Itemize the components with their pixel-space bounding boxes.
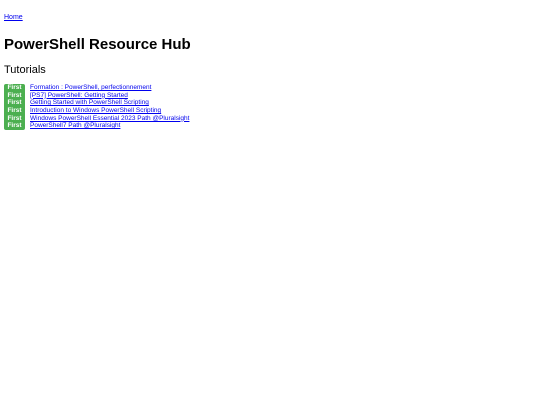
tutorial-item: First Windows PowerShell Essential 2023 … xyxy=(4,114,536,123)
first-badge: First xyxy=(4,84,25,92)
tutorial-link[interactable]: Formation : PowerShell, perfectionnement xyxy=(30,84,151,92)
page-title: PowerShell Resource Hub xyxy=(4,36,191,53)
tutorial-item: First PowerShell7 Path @Pluralsight xyxy=(4,122,536,131)
page: Home PowerShell Resource Hub Tutorials F… xyxy=(0,0,540,405)
tutorial-item: First Formation : PowerShell, perfection… xyxy=(4,84,536,92)
first-badge: First xyxy=(4,107,25,115)
tutorial-item: First [PS7] PowerShell: Getting Started xyxy=(4,91,536,100)
tutorial-list: First Formation : PowerShell, perfection… xyxy=(4,84,536,131)
tutorials-heading: Tutorials xyxy=(4,64,46,76)
tutorial-link[interactable]: PowerShell7 Path @Pluralsight xyxy=(30,122,120,130)
tutorial-item: First Getting Started with PowerShell Sc… xyxy=(4,99,536,108)
tutorial-link[interactable]: Windows PowerShell Essential 2023 Path @… xyxy=(30,115,189,123)
first-badge: First xyxy=(4,122,25,131)
tutorial-link[interactable]: Getting Started with PowerShell Scriptin… xyxy=(30,99,149,107)
home-link[interactable]: Home xyxy=(4,13,23,22)
tutorial-link[interactable]: [PS7] PowerShell: Getting Started xyxy=(30,92,128,100)
first-badge: First xyxy=(4,99,25,108)
first-badge: First xyxy=(4,114,25,123)
tutorial-link[interactable]: Introduction to Windows PowerShell Scrip… xyxy=(30,107,161,115)
first-badge: First xyxy=(4,91,25,100)
tutorial-item: First Introduction to Windows PowerShell… xyxy=(4,107,536,115)
